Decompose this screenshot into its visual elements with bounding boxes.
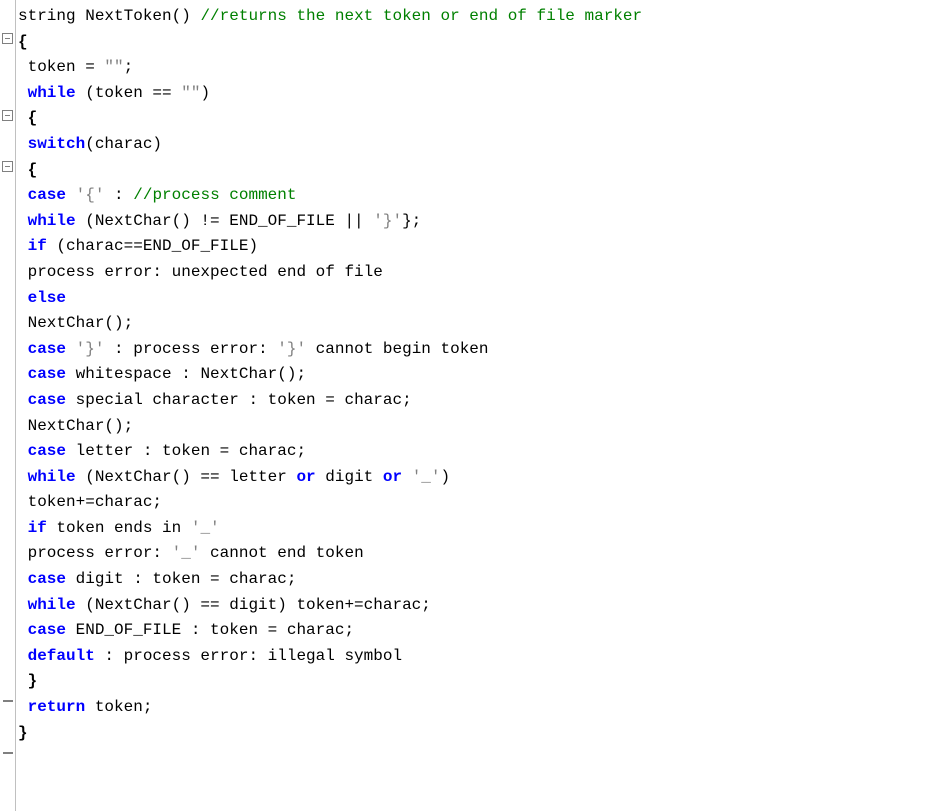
code-line: case END_OF_FILE : token = charac; — [18, 618, 940, 644]
code-line: if token ends in '_' — [18, 516, 940, 542]
code-line: return token; — [18, 695, 940, 721]
code-block: string NextToken() //returns the next to… — [0, 4, 940, 746]
code-line: while (token == "") — [18, 81, 940, 107]
code-line: case letter : token = charac; — [18, 439, 940, 465]
code-line: switch(charac) — [18, 132, 940, 158]
code-line: NextChar(); — [18, 414, 940, 440]
code-line: while (NextChar() == letter or digit or … — [18, 465, 940, 491]
fold-box-icon[interactable] — [2, 161, 13, 172]
code-line: case '}' : process error: '}' cannot beg… — [18, 337, 940, 363]
code-line: process error: '_' cannot end token — [18, 541, 940, 567]
code-line: process error: unexpected end of file — [18, 260, 940, 286]
fold-mark-icon — [3, 752, 13, 754]
code-line: token = ""; — [18, 55, 940, 81]
code-line: { — [18, 106, 940, 132]
fold-box-icon[interactable] — [2, 110, 13, 121]
code-line: if (charac==END_OF_FILE) — [18, 234, 940, 260]
code-line: } — [18, 721, 940, 747]
fold-gutter — [0, 0, 16, 811]
fold-mark-icon — [3, 700, 13, 702]
code-line: { — [18, 158, 940, 184]
code-line: while (NextChar() == digit) token+=chara… — [18, 593, 940, 619]
code-line: else — [18, 286, 940, 312]
code-line: NextChar(); — [18, 311, 940, 337]
code-line: } — [18, 669, 940, 695]
fold-box-icon[interactable] — [2, 33, 13, 44]
code-line: string NextToken() //returns the next to… — [18, 4, 940, 30]
code-line: case whitespace : NextChar(); — [18, 362, 940, 388]
code-line: case '{' : //process comment — [18, 183, 940, 209]
code-line: default : process error: illegal symbol — [18, 644, 940, 670]
code-line: case special character : token = charac; — [18, 388, 940, 414]
code-line: { — [18, 30, 940, 56]
code-line: case digit : token = charac; — [18, 567, 940, 593]
code-line: while (NextChar() != END_OF_FILE || '}'}… — [18, 209, 940, 235]
code-line: token+=charac; — [18, 490, 940, 516]
